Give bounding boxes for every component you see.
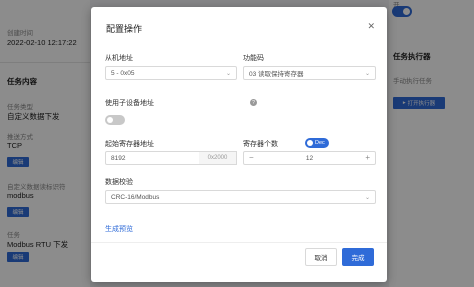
function-code-label: 功能码 [243, 55, 264, 62]
use-sub-device-label: 使用子设备地址 [105, 100, 154, 107]
chevron-down-icon: ⌄ [364, 71, 370, 77]
slave-address-select[interactable]: 5 - 0x05 ⌄ [105, 66, 237, 80]
increment-button[interactable]: + [365, 154, 370, 162]
function-code-select[interactable]: 03 读取保持寄存器 ⌄ [243, 66, 376, 80]
footer-divider [91, 242, 387, 243]
cancel-button[interactable]: 取消 [305, 248, 337, 266]
slave-address-label: 从机地址 [105, 55, 133, 62]
checksum-value: CRC-16/Modbus [111, 193, 160, 201]
register-count-stepper[interactable]: − 12 + [243, 151, 376, 165]
generate-preview-link[interactable]: 生成预览 [105, 224, 133, 234]
start-register-value: 8192 [111, 154, 126, 162]
start-register-label: 起始寄存器地址 [105, 141, 154, 148]
use-sub-device-switch[interactable] [105, 115, 125, 125]
register-count-label: 寄存器个数 [243, 141, 278, 148]
help-icon[interactable]: ? [250, 99, 257, 106]
toggle-knob [307, 140, 313, 146]
dec-toggle-label: Dec [315, 140, 325, 146]
config-operation-dialog: 配置操作 ✕ 从机地址 5 - 0x05 ⌄ 功能码 03 读取保持寄存器 ⌄ … [91, 7, 387, 282]
chevron-down-icon: ⌄ [364, 195, 370, 201]
dialog-title: 配置操作 [106, 24, 143, 34]
confirm-button[interactable]: 完成 [342, 248, 374, 266]
slave-address-value: 5 - 0x05 [111, 69, 135, 77]
register-count-value: 12 [305, 154, 314, 162]
close-icon[interactable]: ✕ [367, 21, 375, 32]
function-code-value: 03 读取保持寄存器 [249, 71, 304, 78]
checksum-label: 数据校验 [105, 179, 133, 186]
decrement-button[interactable]: − [249, 154, 254, 162]
dec-hex-toggle[interactable]: Dec [305, 138, 329, 148]
checksum-select[interactable]: CRC-16/Modbus ⌄ [105, 190, 376, 204]
chevron-down-icon: ⌄ [225, 71, 231, 77]
start-register-hex: 0x2000 [199, 151, 237, 165]
